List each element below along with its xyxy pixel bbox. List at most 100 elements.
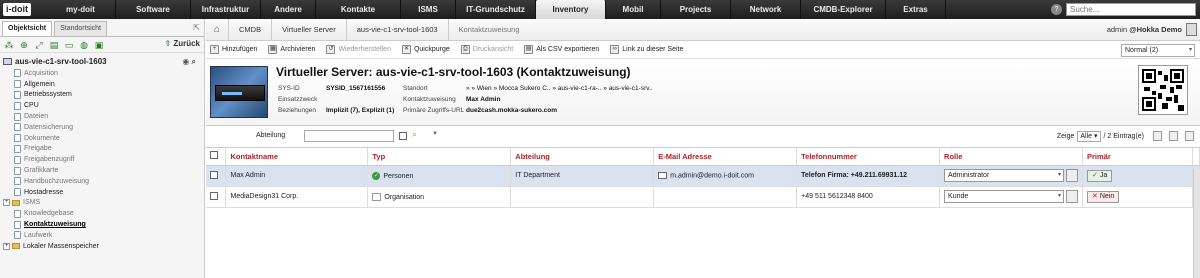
- breadcrumb-item-type[interactable]: Virtueller Server: [271, 18, 346, 41]
- tree-item-datensicherung[interactable]: Datensicherung: [3, 122, 204, 133]
- tree-item-allgemein[interactable]: Allgemein: [3, 79, 204, 90]
- nav-item-it-grundschutz[interactable]: IT-Grundschutz: [456, 0, 536, 19]
- email-cell[interactable]: m.admin@demo.i-doit.com: [653, 165, 798, 187]
- role-edit-button[interactable]: [1066, 169, 1079, 182]
- role-edit-button[interactable]: [1066, 190, 1079, 203]
- nav-item-infrastruktur[interactable]: Infrastruktur: [191, 0, 261, 19]
- tree-item-handbuchzuweisung[interactable]: Handbuchzuweisung: [3, 176, 204, 187]
- expand-icon[interactable]: ⤢: [34, 40, 44, 50]
- nav-item-mobil[interactable]: Mobil: [606, 0, 661, 19]
- nav-item-extras[interactable]: Extras: [886, 0, 946, 19]
- nav-item-isms[interactable]: ISMS: [401, 0, 456, 19]
- tree-item-isms[interactable]: + ISMS: [3, 198, 204, 209]
- toolbar-button-quickpurge[interactable]: ✕ Quickpurge: [401, 45, 450, 54]
- filter-input[interactable]: [304, 130, 394, 142]
- nav-item-inventory[interactable]: Inventory: [536, 0, 606, 19]
- collapse-icon[interactable]: ⇱: [193, 23, 200, 32]
- email-cell[interactable]: [653, 186, 798, 208]
- eye-icon[interactable]: ◉ ⌕: [182, 57, 196, 67]
- tree-item-freigabenzugriff[interactable]: Freigabenzugriff: [3, 154, 204, 165]
- toolbar-button-hinzuf-gen[interactable]: + Hinzufügen: [210, 45, 257, 54]
- column-header-telefonnummer[interactable]: Telefonnummer: [796, 148, 941, 166]
- network-icon[interactable]: ⊕: [19, 40, 29, 50]
- filter-icon[interactable]: [1169, 131, 1178, 141]
- tree-item-label: Dateien: [24, 113, 49, 121]
- contact-name-cell[interactable]: MediaDesign31 Corp.: [225, 186, 369, 208]
- view-mode-select[interactable]: Normal (2) ▾: [1121, 44, 1195, 57]
- tree-item-cpu[interactable]: CPU: [3, 100, 204, 111]
- tree-item-acquisition[interactable]: Acquisition: [3, 68, 204, 79]
- tree-root[interactable]: aus-vie-c1-srv-tool-1603 ◉ ⌕: [3, 55, 204, 68]
- nav-item-andere[interactable]: Andere: [261, 0, 316, 19]
- qr-code[interactable]: [1138, 65, 1188, 115]
- nav-item-cmdb-explorer[interactable]: CMDB-Explorer: [801, 0, 886, 19]
- home-icon[interactable]: ⌂: [206, 24, 228, 35]
- toolbar-button-druckansicht[interactable]: ⎙ Druckansicht: [460, 45, 513, 54]
- toolbar-button-archivieren[interactable]: ▦ Archivieren: [268, 45, 315, 54]
- toolbar-button-link-zu-dieser-seite[interactable]: ∞ Link zu dieser Seite: [610, 45, 683, 54]
- tree-item-knowledgebase[interactable]: Knowledgebase: [3, 208, 204, 219]
- table-row[interactable]: Max Admin ✓ Personen IT Department m.admin@d…: [206, 165, 1200, 187]
- globe-icon[interactable]: ◍: [79, 40, 89, 50]
- page-size-select[interactable]: Alle ▾: [1077, 131, 1101, 142]
- column-header-e-mail-adresse[interactable]: E-Mail Adresse: [653, 148, 798, 166]
- tree-item-freigabe[interactable]: Freigabe: [3, 144, 204, 155]
- expand-toggle-icon[interactable]: +: [3, 199, 10, 207]
- primary-yes-button[interactable]: ✓ Ja: [1087, 169, 1113, 182]
- select-all-checkbox[interactable]: [210, 151, 218, 160]
- tree-item-lokaler-massenspeicher[interactable]: + Lokaler Massenspeicher: [3, 241, 204, 252]
- list-icon[interactable]: ▤: [49, 40, 59, 50]
- tree-item-dateien[interactable]: Dateien: [3, 111, 204, 122]
- location-value[interactable]: » » Wien » Mocca Sukero C.. » aus-vie-c1…: [466, 85, 653, 92]
- row-select-cell: [206, 186, 227, 208]
- scrollbar[interactable]: [1193, 169, 1200, 278]
- nav-item-network[interactable]: Network: [731, 0, 801, 19]
- filter-dropdown-icon[interactable]: ▼: [432, 131, 438, 137]
- lock-icon[interactable]: ▣: [94, 40, 104, 50]
- role-select[interactable]: Administrator ▾: [944, 169, 1065, 182]
- nav-item-software[interactable]: Software: [116, 0, 191, 19]
- breadcrumb-item-cmdb[interactable]: CMDB: [228, 18, 271, 41]
- primary-no-button[interactable]: ✕ Nein: [1087, 190, 1120, 203]
- tab-standortsicht[interactable]: Standortsicht: [54, 21, 107, 36]
- relations-value[interactable]: Implizit (7), Explizit (1): [326, 107, 394, 114]
- tree-item-label: Hostadresse: [24, 188, 64, 196]
- nav-item-projects[interactable]: Projects: [661, 0, 731, 19]
- tree-item-hostadresse[interactable]: Hostadresse: [3, 187, 204, 198]
- toolbar-button-als-csv-exportieren[interactable]: ▤ Als CSV exportieren: [524, 45, 599, 54]
- tree-item-kontaktzuweisung[interactable]: Kontaktzuweisung: [3, 219, 204, 230]
- tree-item-betriebssystem[interactable]: Betriebssystem: [3, 90, 204, 101]
- user-info[interactable]: admin @Hokka Demo: [1107, 25, 1182, 34]
- column-header-abteilung[interactable]: Abteilung: [510, 148, 655, 166]
- toolbar-button-wiederherstellen[interactable]: ↺ Wiederherstellen: [326, 45, 391, 54]
- tree-item-grafikkarte[interactable]: Grafikkarte: [3, 165, 204, 176]
- csv-icon[interactable]: [1153, 131, 1162, 141]
- nav-item-my-doit[interactable]: my-doit: [46, 0, 116, 19]
- tree-icon[interactable]: ⁂: [4, 40, 14, 50]
- column-header-rolle[interactable]: Rolle: [939, 148, 1084, 166]
- expand-toggle-icon[interactable]: +: [3, 242, 10, 250]
- filter-search-icon[interactable]: ⌕: [412, 129, 417, 140]
- table-row[interactable]: MediaDesign31 Corp. Organisation +49 511 5…: [206, 186, 1200, 208]
- column-header-prim-r[interactable]: Primär: [1082, 148, 1193, 166]
- back-button[interactable]: ⇧ Zurück: [164, 39, 200, 48]
- logo[interactable]: i-doit: [0, 0, 46, 19]
- help-icon[interactable]: ?: [1051, 4, 1062, 15]
- tree-item-dokumente[interactable]: Dokumente: [3, 133, 204, 144]
- url-value[interactable]: due2cash.mokka-sukero.com: [466, 107, 557, 114]
- tree-item-laufwerk[interactable]: Laufwerk: [3, 230, 204, 241]
- contact-name-cell[interactable]: Max Admin: [225, 165, 369, 187]
- tab-objektsicht[interactable]: Objektsicht: [2, 21, 53, 36]
- filter-checkbox[interactable]: [399, 132, 407, 140]
- column-header-typ[interactable]: Typ: [367, 148, 512, 166]
- row-checkbox[interactable]: [210, 170, 218, 179]
- breadcrumb-item-object[interactable]: aus-vie-c1-srv-tool-1603: [345, 18, 448, 41]
- role-select[interactable]: Kunde ▾: [944, 190, 1065, 203]
- window-icon[interactable]: ▭: [64, 40, 74, 50]
- column-header-kontaktname[interactable]: Kontaktname: [225, 148, 369, 166]
- columns-icon[interactable]: [1185, 131, 1194, 141]
- search-input[interactable]: [1066, 3, 1196, 16]
- nav-item-kontakte[interactable]: Kontakte: [316, 0, 401, 19]
- user-icon[interactable]: [1186, 23, 1197, 36]
- row-checkbox[interactable]: [210, 191, 218, 200]
